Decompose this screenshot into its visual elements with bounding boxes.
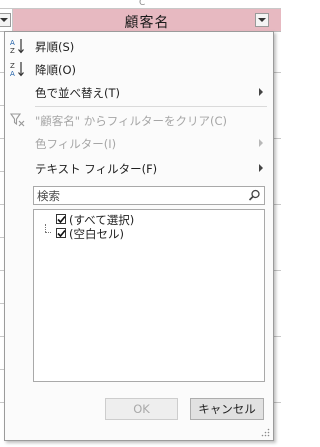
column-header-cell[interactable]: 顧客名 [13, 9, 281, 31]
resize-grip-icon[interactable] [260, 427, 270, 437]
gridline [273, 336, 281, 337]
color-filter-label: 色フィルター(I) [35, 137, 117, 151]
autofilter-popup: A Z 昇順(S) Z A 降順(O) 色で並べ替え(T) "顧客名" からフィ… [4, 31, 274, 441]
svg-text:A: A [10, 70, 15, 78]
clear-filter-icon [9, 113, 25, 127]
blanks-checkbox[interactable] [56, 228, 66, 238]
menu-separator [35, 106, 267, 107]
svg-text:A: A [10, 39, 15, 47]
submenu-arrow-icon [259, 164, 263, 172]
chevron-down-icon [0, 18, 8, 22]
column-filter-dropdown-button[interactable] [255, 13, 269, 27]
sort-by-color-label: 色で並べ替え(T) [35, 86, 120, 100]
select-all-checkbox[interactable] [56, 214, 66, 224]
clear-filter-item[interactable]: "顧客名" からフィルターをクリア(C) [5, 109, 273, 131]
previous-column-filter-button[interactable] [0, 13, 11, 27]
sort-ascending-label: 昇順(S) [35, 40, 75, 54]
column-letter: C [139, 0, 146, 8]
sort-descending-item[interactable]: Z A 降順(O) [5, 58, 273, 80]
chevron-down-icon [258, 18, 266, 22]
search-icon [248, 189, 260, 201]
gridline [273, 270, 281, 271]
svg-text:Z: Z [10, 62, 15, 70]
sort-ascending-icon: A Z [10, 39, 24, 55]
gridline [273, 204, 281, 205]
sort-descending-icon: Z A [10, 62, 24, 78]
text-filter-item[interactable]: テキスト フィルター(F) [5, 157, 273, 179]
column-letter-row: C [0, 0, 281, 9]
color-filter-item[interactable]: 色フィルター(I) [5, 132, 273, 154]
sort-by-color-item[interactable]: 色で並べ替え(T) [5, 81, 273, 103]
cancel-button[interactable]: キャンセル [190, 398, 264, 420]
checkmark-icon [57, 229, 66, 238]
filter-value-list: (すべて選択) (空白セル) [33, 209, 265, 382]
sort-descending-label: 降順(O) [35, 63, 77, 77]
sort-ascending-item[interactable]: A Z 昇順(S) [5, 35, 273, 57]
gridline [273, 72, 281, 73]
submenu-arrow-icon [259, 88, 263, 96]
search-input[interactable]: 検索 [33, 186, 265, 205]
clear-filter-label: "顧客名" からフィルターをクリア(C) [35, 114, 228, 128]
checkmark-icon [57, 215, 66, 224]
tree-connector [45, 224, 47, 232]
blanks-label: (空白セル) [69, 227, 124, 241]
tree-connector [45, 232, 51, 234]
column-header-title: 顧客名 [124, 15, 170, 31]
search-placeholder: 検索 [37, 189, 60, 203]
svg-text:Z: Z [10, 47, 15, 55]
submenu-arrow-icon [259, 139, 263, 147]
ok-button[interactable]: OK [105, 398, 178, 420]
gridline [273, 402, 281, 403]
text-filter-label: テキスト フィルター(F) [35, 162, 158, 176]
gridline [273, 138, 281, 139]
filter-header-row: 顧客名 [0, 9, 281, 32]
